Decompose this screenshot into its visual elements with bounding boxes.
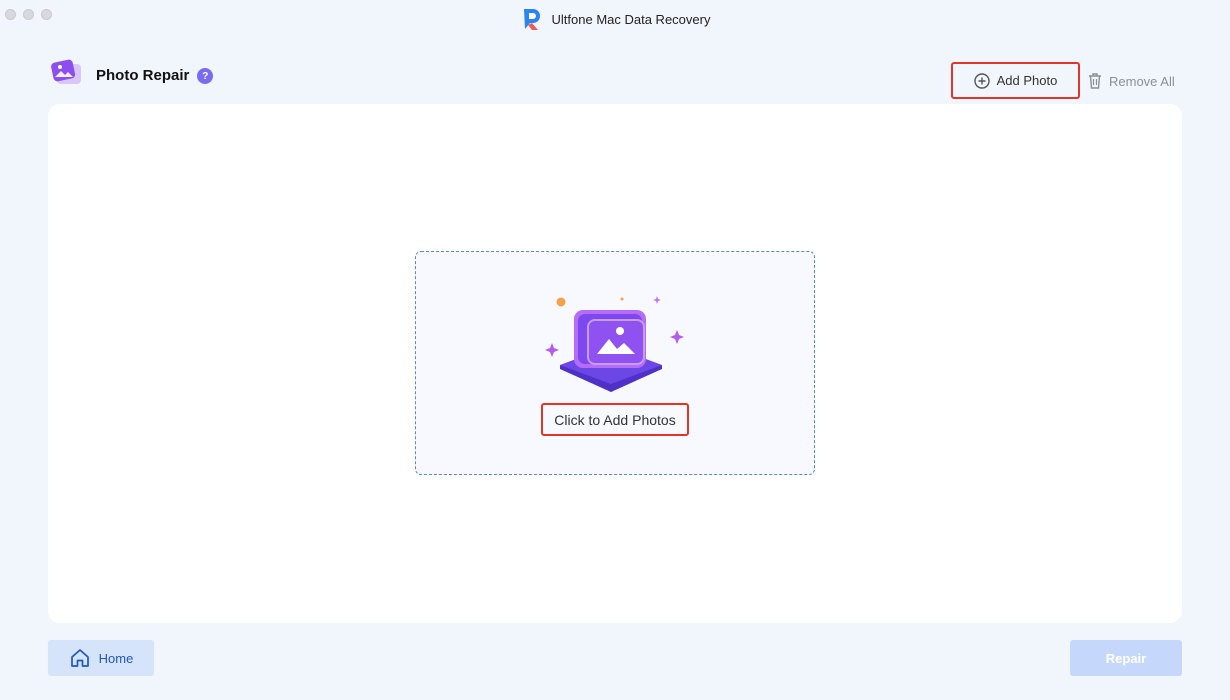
add-photo-button[interactable]: Add Photo (951, 62, 1080, 99)
repair-button[interactable]: Repair (1070, 640, 1182, 676)
photo-list-panel: Click to Add Photos (48, 104, 1182, 623)
add-photo-label: Add Photo (996, 73, 1058, 88)
title-bar: Ultfone Mac Data Recovery (0, 6, 1230, 32)
photo-repair-icon (51, 59, 81, 84)
click-to-add-photos[interactable]: Click to Add Photos (541, 403, 689, 436)
dropzone-label: Click to Add Photos (554, 411, 676, 428)
home-button[interactable]: Home (48, 640, 154, 676)
home-label: Home (98, 650, 134, 666)
remove-all-button[interactable]: Remove All (1087, 72, 1175, 90)
trash-icon (1089, 73, 1101, 89)
repair-label: Repair (1105, 650, 1147, 666)
page-title: Photo Repair (96, 66, 190, 84)
help-icon[interactable]: ? (197, 68, 214, 84)
app-logo-icon (523, 9, 540, 30)
remove-all-label: Remove All (1109, 73, 1175, 89)
plus-circle-icon (973, 72, 990, 89)
photo-dropzone[interactable]: Click to Add Photos (415, 251, 815, 475)
home-icon (70, 649, 89, 667)
app-title: Ultfone Mac Data Recovery (551, 11, 711, 27)
page-header: Photo Repair ? (49, 58, 214, 92)
photo-stack-illustration (545, 296, 684, 392)
